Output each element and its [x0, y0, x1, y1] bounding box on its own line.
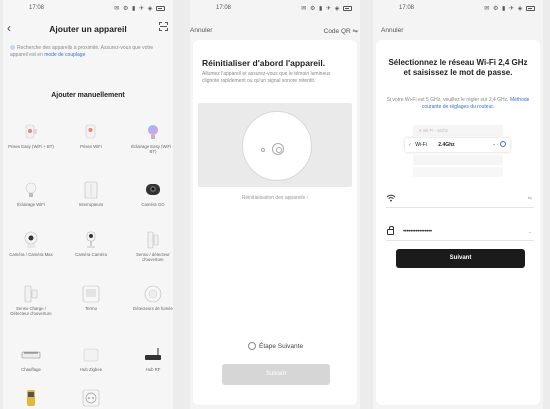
- lock-icon: [387, 226, 394, 235]
- device-senso-charge[interactable]: Senso Charge / Détecteur d'ouverture: [7, 284, 55, 316]
- device-camera-max[interactable]: Caméra / Caméra Max: [7, 230, 55, 257]
- status-icons: ✉ ⚙ ▮ ✈ ◈: [484, 5, 535, 12]
- device-heater[interactable]: Chauffage: [7, 345, 55, 372]
- wifi-5g-row: × Wi-Fi · 5Ghz: [413, 125, 503, 136]
- reset-card: Réinitialiser d'abord l'appareil. Allume…: [193, 40, 357, 405]
- battery-icon: [343, 5, 352, 11]
- radar-icon: [10, 45, 15, 50]
- status-time: 17:08: [29, 5, 45, 11]
- socket-icon: [81, 388, 101, 408]
- nearby-search-text: Recherche des appareils à proximité. Ass…: [10, 45, 154, 58]
- device-hub-zigbee[interactable]: Hub Zigbee: [67, 345, 115, 372]
- device-camera-go[interactable]: Caméra GO: [129, 180, 173, 207]
- device-bulb-easy[interactable]: Éclairage Easy (WiFi + BT): [129, 122, 173, 154]
- info-icon: [500, 141, 506, 147]
- device-door-sensor[interactable]: Senso / détecteur d'ouverture: [129, 230, 173, 262]
- bulb-icon: [143, 122, 163, 142]
- battery-icon: [526, 5, 535, 11]
- power-button-icon: [272, 143, 284, 155]
- wifi-small-icon: ◔: [496, 142, 499, 147]
- reset-title: Réinitialiser d'abord l'appareil.: [202, 58, 326, 68]
- swap-wifi-icon[interactable]: ⇋: [528, 196, 532, 202]
- device-smoke-detector[interactable]: Détecteurs de fumée: [129, 284, 173, 311]
- device-reset-link[interactable]: Réinitialisation des appareils ›: [193, 195, 357, 201]
- device-plug-wifi[interactable]: Prises WiFi: [67, 122, 115, 149]
- hub-icon: [143, 345, 163, 365]
- device-socket[interactable]: [67, 388, 115, 409]
- thermometer-icon: [81, 284, 101, 304]
- switch-icon: [81, 180, 101, 200]
- led-icon: [261, 148, 265, 152]
- status-icons: ✉ ⚙ ▮ ✈ ◈: [114, 5, 165, 12]
- page-title: Ajouter un appareil: [49, 24, 127, 34]
- lock-small-icon: ▪: [493, 142, 495, 147]
- device-switch[interactable]: Interrupteurs: [67, 180, 115, 207]
- check-icon: ✓: [408, 142, 413, 148]
- camera-icon: [143, 180, 163, 200]
- status-time: 17:08: [216, 5, 232, 11]
- cancel-button[interactable]: Annuler: [190, 27, 212, 34]
- device-hub-rf[interactable]: Hub RF: [129, 345, 173, 372]
- wifi-name-field[interactable]: ⇋: [386, 192, 534, 208]
- camera-icon: [81, 230, 101, 250]
- wifi-icon: [386, 194, 396, 204]
- valve-icon: [21, 388, 41, 408]
- cancel-button[interactable]: Annuler: [381, 27, 403, 34]
- reset-description: Allumez l'appareil et assurez-vous que l…: [202, 71, 331, 84]
- status-icons: ✉ ⚙ ▮ ✈ ◈: [301, 5, 352, 12]
- qr-code-button[interactable]: Code QR ⇋: [324, 27, 358, 35]
- swap-icon: ⇋: [352, 28, 358, 35]
- device-camera[interactable]: Caméra Caméra: [67, 230, 115, 257]
- heater-icon: [21, 345, 41, 365]
- device-illustration: [198, 103, 352, 187]
- next-button-disabled[interactable]: Suivant: [222, 364, 330, 385]
- router-illustration: × Wi-Fi · 5Ghz ✓ Wi-Fi 2.4Ghz ▪ ◔: [405, 125, 510, 179]
- status-bar: 17:08 ✉ ⚙ ▮ ✈ ◈: [190, 5, 360, 15]
- device-thermo[interactable]: Termo: [67, 284, 115, 311]
- sensor-icon: [21, 284, 41, 304]
- status-bar: 17:08 ✉ ⚙ ▮ ✈ ◈: [3, 5, 173, 15]
- wifi-24g-row: ✓ Wi-Fi 2.4Ghz ▪ ◔: [405, 138, 510, 152]
- add-device-screen: 17:08 ✉ ⚙ ▮ ✈ ◈ ‹ Ajouter un appareil Re…: [3, 0, 173, 409]
- status-bar: 17:08 ✉ ⚙ ▮ ✈ ◈: [373, 5, 543, 15]
- plug-icon: [21, 122, 41, 142]
- next-button[interactable]: Suivant: [396, 249, 525, 268]
- device-bulb-wifi[interactable]: Éclairage WiFi: [7, 180, 55, 207]
- battery-icon: [156, 5, 165, 11]
- status-time: 17:08: [399, 5, 415, 11]
- smoke-detector-icon: [143, 284, 163, 304]
- wifi-card: Sélectionnez le réseau Wi-Fi 2,4 GHz et …: [376, 40, 540, 405]
- wifi-note: Si votre Wi-Fi est 5 GHz, veuillez le ré…: [386, 97, 530, 110]
- device-valve[interactable]: [7, 388, 55, 409]
- manual-add-heading: Ajouter manuellement: [51, 92, 125, 99]
- bulb-icon: [21, 180, 41, 200]
- camera-icon: [21, 230, 41, 250]
- reset-device-screen: 17:08 ✉ ⚙ ▮ ✈ ◈ Annuler Code QR ⇋ Réinit…: [190, 0, 360, 409]
- plug-icon: [81, 122, 101, 142]
- password-field[interactable]: •••••••••••••••• ⌄: [386, 225, 534, 241]
- scan-icon[interactable]: [159, 22, 168, 31]
- door-sensor-icon: [143, 230, 163, 250]
- pairing-mode-link[interactable]: mode de couplage: [44, 52, 85, 58]
- device-plug-easy[interactable]: Prises Easy (WiFi + BT): [7, 122, 55, 149]
- wifi-select-screen: 17:08 ✉ ⚙ ▮ ✈ ◈ Annuler Sélectionnez le …: [373, 0, 543, 409]
- next-step-checkbox[interactable]: Étape Suivante: [248, 342, 303, 350]
- wifi-title: Sélectionnez le réseau Wi-Fi 2,4 GHz et …: [388, 58, 528, 77]
- hub-icon: [81, 345, 101, 365]
- show-password-icon[interactable]: ⌄: [528, 229, 532, 235]
- radio-icon: [248, 342, 256, 350]
